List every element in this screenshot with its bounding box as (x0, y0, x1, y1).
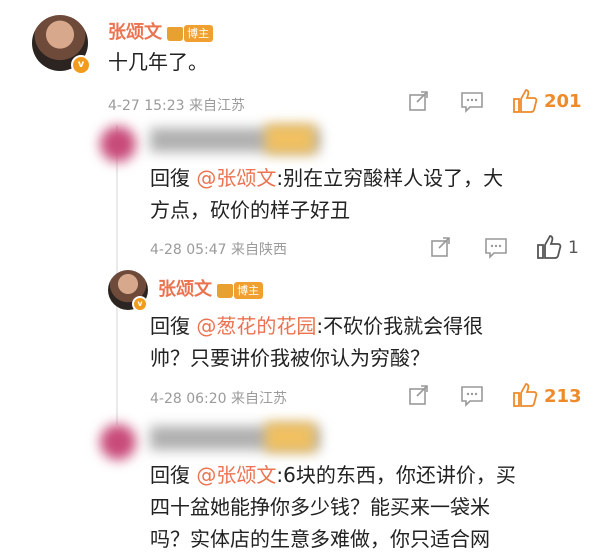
reply-text-line: 吗？实体店的生意多难做，你只适合网 (150, 527, 490, 551)
username[interactable]: 张颂文 (158, 279, 212, 300)
comment-icon[interactable] (460, 91, 484, 113)
reply-meta: 4-28 05:47 来自陕西 (150, 239, 287, 259)
reply-meta: 4-28 06:20 来自江苏 (150, 388, 287, 408)
crown-icon (217, 283, 234, 298)
comment-icon[interactable] (460, 385, 484, 407)
like-count: 1 (568, 238, 579, 258)
username[interactable]: 张颂文 (108, 22, 162, 43)
reply-text-line: 方点，砍价的样子好丑 (150, 198, 350, 222)
author-badge: 博主 (184, 25, 214, 42)
crown-icon (167, 26, 184, 41)
like-count: 201 (544, 91, 582, 112)
source-location: 来自江苏 (189, 98, 246, 114)
reply-text-line: :不砍价我就会得很 (316, 314, 484, 338)
blurred-badge (265, 422, 315, 452)
like-count: 213 (544, 386, 582, 407)
comment-header: 张颂文 博主 (108, 18, 214, 44)
reply-text-line: 四十盆她能挣你多少钱？能买来一袋米 (150, 495, 490, 519)
verified-badge-icon: v (132, 296, 148, 312)
avatar[interactable] (100, 126, 136, 162)
reply-prefix: 回復 (150, 314, 190, 338)
comment-icon[interactable] (484, 237, 508, 259)
comment-text: 十几年了。 (108, 50, 208, 74)
timestamp: 4-27 15:23 (108, 98, 185, 114)
source-location: 来自江苏 (231, 391, 288, 407)
avatar[interactable] (100, 424, 136, 460)
reply-text-line: :6块的东西，你还讲价，买 (276, 463, 516, 487)
timestamp: 4-28 05:47 (150, 242, 227, 258)
reply-text: 回復 @张颂文:别在立穷酸样人设了，大 方点，砍价的样子好丑 (150, 162, 590, 226)
mention-link[interactable]: @张颂文 (196, 166, 276, 190)
thumbs-up-icon[interactable] (512, 382, 538, 408)
reply-header: 张颂文 博主 (158, 275, 264, 301)
reply-prefix: 回復 (150, 166, 190, 190)
reply-text: 回復 @张颂文:6块的东西，你还讲价，买 四十盆她能挣你多少钱？能买来一袋米 吗… (150, 459, 598, 555)
share-icon[interactable] (430, 236, 452, 258)
blurred-badge (265, 124, 315, 154)
comment-meta: 4-27 15:23 来自江苏 (108, 95, 245, 115)
mention-link[interactable]: @张颂文 (196, 463, 276, 487)
reply-text-line: :别在立穷酸样人设了，大 (276, 166, 504, 190)
reply-prefix: 回復 (150, 463, 190, 487)
thumbs-up-icon[interactable] (536, 234, 562, 260)
source-location: 来自陕西 (231, 242, 288, 258)
share-icon[interactable] (408, 90, 430, 112)
author-badge: 博主 (234, 282, 264, 299)
mention-link[interactable]: @葱花的花园 (196, 314, 316, 338)
verified-badge-icon: v (71, 55, 91, 75)
timestamp: 4-28 06:20 (150, 391, 227, 407)
share-icon[interactable] (408, 384, 430, 406)
reply-text: 回復 @葱花的花园:不砍价我就会得很 帅？只要讲价我被你认为穷酸？ (150, 310, 590, 374)
thumbs-up-icon[interactable] (512, 88, 538, 114)
reply-text-line: 帅？只要讲价我被你认为穷酸？ (150, 346, 430, 370)
